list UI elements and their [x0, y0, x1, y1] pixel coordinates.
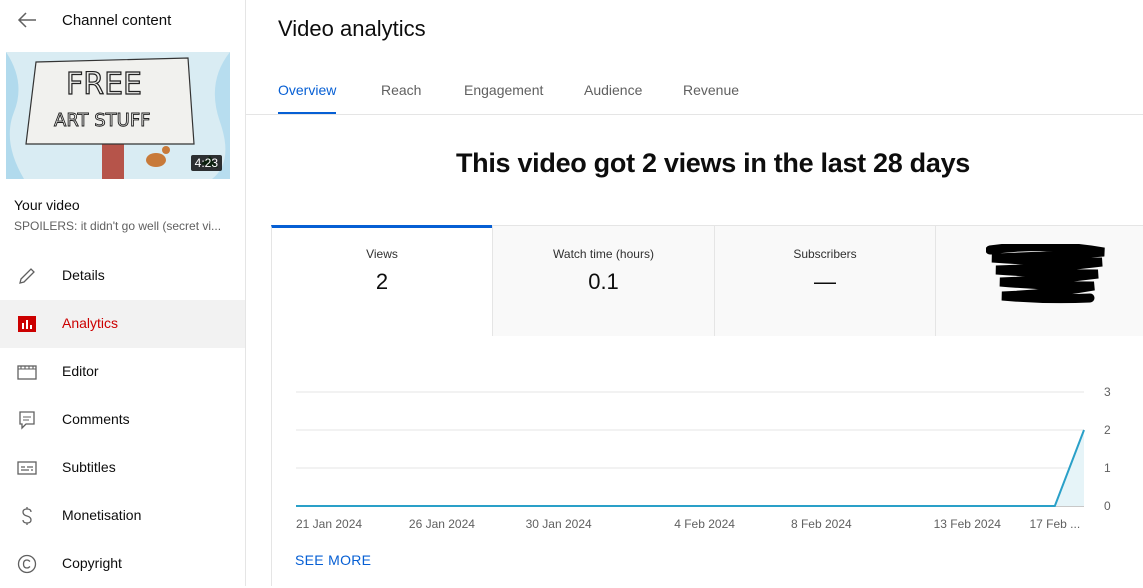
your-video-label: Your video: [14, 197, 80, 213]
views-chart-svg: 0 1 2 3 21 Jan 2024 26 Jan 2024 30 Jan 2024 4 F…: [296, 385, 1111, 531]
sidebar-item-analytics[interactable]: Analytics: [0, 300, 245, 348]
film-icon: [16, 361, 38, 383]
dollar-icon: [16, 505, 38, 527]
sidebar-nav: Details Analytics Editor Comments Subtit…: [0, 252, 245, 588]
metric-card-views[interactable]: Views 2: [271, 225, 492, 336]
back-arrow-icon[interactable]: [16, 9, 38, 31]
x-tick-label: 4 Feb 2024: [674, 517, 735, 531]
sidebar-item-subtitles[interactable]: Subtitles: [0, 444, 245, 492]
x-tick-label: 30 Jan 2024: [526, 517, 592, 531]
page-title: Video analytics: [278, 16, 426, 41]
copyright-icon: [16, 553, 38, 575]
sidebar: Channel content FREE ART STUFF 4:23 Your…: [0, 0, 246, 586]
x-tick-label: 26 Jan 2024: [409, 517, 475, 531]
tab-revenue[interactable]: Revenue: [683, 82, 739, 98]
x-tick-label: 21 Jan 2024: [296, 517, 362, 531]
pencil-icon: [16, 265, 38, 287]
tab-engagement[interactable]: Engagement: [464, 82, 543, 98]
metric-card-redacted[interactable]: [935, 225, 1143, 336]
metric-label: Views: [366, 247, 398, 261]
metric-value: 0.1: [588, 269, 619, 294]
y-tick-label: 0: [1104, 499, 1111, 513]
metric-card-watch-time[interactable]: Watch time (hours) 0.1: [492, 225, 714, 336]
sidebar-item-label: Monetisation: [62, 507, 142, 523]
sidebar-item-label: Details: [62, 267, 105, 283]
sidebar-item-editor[interactable]: Editor: [0, 348, 245, 396]
sidebar-item-label: Analytics: [62, 315, 119, 331]
summary-headline: This video got 2 views in the last 28 da…: [455, 148, 971, 178]
x-tick-label: 17 Feb ...: [1029, 517, 1080, 531]
video-duration: 4:23: [190, 155, 222, 171]
video-title: SPOILERS: it didn't go well (secret vi..…: [14, 219, 222, 233]
y-tick-label: 2: [1104, 423, 1111, 437]
tab-audience[interactable]: Audience: [584, 82, 642, 98]
sidebar-item-copyright[interactable]: Copyright: [0, 540, 245, 588]
sidebar-item-comments[interactable]: Comments: [0, 396, 245, 444]
views-chart: 0 1 2 3 21 Jan 2024 26 Jan 2024 30 Jan 2024 4 F…: [271, 336, 1143, 586]
x-tick-label: 8 Feb 2024: [791, 517, 852, 531]
y-tick-label: 1: [1104, 461, 1111, 475]
redaction-scribble: [986, 244, 1105, 304]
thumb-text-art-stuff: ART STUFF: [54, 110, 151, 131]
comments-icon: [16, 409, 38, 431]
x-tick-label: 13 Feb 2024: [934, 517, 1002, 531]
sidebar-item-label: Subtitles: [62, 459, 116, 475]
video-thumbnail[interactable]: FREE ART STUFF 4:23: [6, 52, 230, 179]
sidebar-header: Channel content: [0, 0, 245, 40]
tab-overview[interactable]: Overview: [278, 82, 336, 98]
sidebar-item-label: Editor: [62, 363, 99, 379]
metric-value: 2: [375, 269, 389, 294]
tab-reach[interactable]: Reach: [381, 82, 421, 98]
sidebar-item-label: Comments: [62, 411, 130, 427]
metric-label: Watch time (hours): [553, 247, 654, 261]
thumb-text-free: FREE: [66, 67, 142, 102]
sidebar-item-monetisation[interactable]: Monetisation: [0, 492, 245, 540]
sidebar-item-details[interactable]: Details: [0, 252, 245, 300]
analytics-icon: [16, 313, 38, 335]
metric-cards: Views 2 Watch time (hours) 0.1 Subscribe…: [271, 225, 1143, 336]
metric-label: Subscribers: [793, 247, 857, 261]
metric-value: —: [814, 269, 836, 294]
y-tick-label: 3: [1104, 385, 1111, 399]
metric-card-subscribers[interactable]: Subscribers —: [714, 225, 935, 336]
sidebar-item-label: Copyright: [62, 555, 122, 571]
tabs-divider: [246, 114, 1143, 115]
channel-content-title: Channel content: [62, 12, 172, 29]
see-more-link[interactable]: SEE MORE: [295, 552, 371, 568]
subtitles-icon: [16, 457, 38, 479]
